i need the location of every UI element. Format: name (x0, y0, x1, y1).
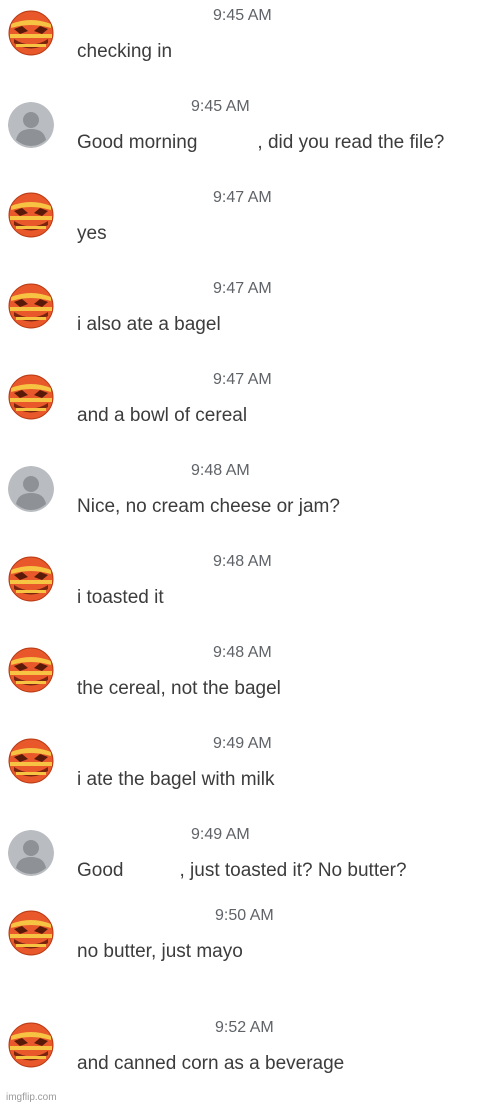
chat-message: 9:49 AM Good , just toasted it? No butter… (0, 819, 500, 899)
message-text-start: Good morning (77, 132, 198, 153)
default-user-icon[interactable] (8, 830, 54, 876)
default-user-icon[interactable] (8, 102, 54, 148)
message-timestamp: 9:49 AM (191, 826, 250, 843)
message-timestamp: 9:48 AM (213, 644, 272, 661)
message-timestamp: 9:50 AM (215, 907, 274, 924)
message-text: i ate the bagel with milk (77, 769, 275, 790)
chat-message: 9:47 AM and a bowl of cereal (0, 364, 500, 444)
chat-message: 9:47 AM yes (0, 182, 500, 262)
message-text-end: , just toasted it? No butter? (179, 860, 407, 881)
emoji-face-icon[interactable] (8, 192, 54, 238)
message-text: checking in (77, 41, 173, 62)
message-text: Good morning , did you read the file? (77, 132, 444, 154)
message-timestamp: 9:47 AM (213, 280, 272, 297)
message-text: and canned corn as a beverage (77, 1053, 345, 1074)
default-user-icon[interactable] (8, 466, 54, 512)
message-text: no butter, just mayo (77, 941, 243, 962)
message-timestamp: 9:45 AM (191, 98, 250, 115)
chat-message: 9:52 AM and canned corn as a beverage (0, 1012, 500, 1092)
chat-message: 9:48 AM the cereal, not the bagel (0, 637, 500, 717)
watermark: imgflip.com (6, 1092, 57, 1103)
emoji-face-icon[interactable] (8, 910, 54, 956)
chat-message: 9:50 AM no butter, just mayo (0, 900, 500, 980)
message-text: i toasted it (77, 587, 164, 608)
message-text: and a bowl of cereal (77, 405, 248, 426)
message-timestamp: 9:49 AM (213, 735, 272, 752)
emoji-face-icon[interactable] (8, 556, 54, 602)
message-timestamp: 9:48 AM (191, 462, 250, 479)
message-timestamp: 9:45 AM (213, 7, 272, 24)
message-text: i also ate a bagel (77, 314, 221, 335)
chat-message: 9:45 AM checking in (0, 0, 500, 80)
chat-message: 9:49 AM i ate the bagel with milk (0, 728, 500, 808)
chat-message: 9:45 AM Good morning , did you read the f… (0, 91, 500, 171)
emoji-face-icon[interactable] (8, 374, 54, 420)
message-timestamp: 9:47 AM (213, 371, 272, 388)
chat-message: 9:48 AM i toasted it (0, 546, 500, 626)
message-text: Nice, no cream cheese or jam? (77, 496, 340, 517)
emoji-face-icon[interactable] (8, 283, 54, 329)
message-timestamp: 9:47 AM (213, 189, 272, 206)
emoji-face-icon[interactable] (8, 647, 54, 693)
message-text-start: Good (77, 860, 124, 881)
message-text: yes (77, 223, 107, 244)
chat-message: 9:47 AM i also ate a bagel (0, 273, 500, 353)
message-text: Good , just toasted it? No butter? (77, 860, 407, 882)
emoji-face-icon[interactable] (8, 10, 54, 56)
message-timestamp: 9:52 AM (215, 1019, 274, 1036)
chat-message: 9:48 AM Nice, no cream cheese or jam? (0, 455, 500, 535)
message-text: the cereal, not the bagel (77, 678, 281, 699)
message-timestamp: 9:48 AM (213, 553, 272, 570)
emoji-face-icon[interactable] (8, 738, 54, 784)
message-text-end: , did you read the file? (257, 132, 445, 153)
emoji-face-icon[interactable] (8, 1022, 54, 1068)
